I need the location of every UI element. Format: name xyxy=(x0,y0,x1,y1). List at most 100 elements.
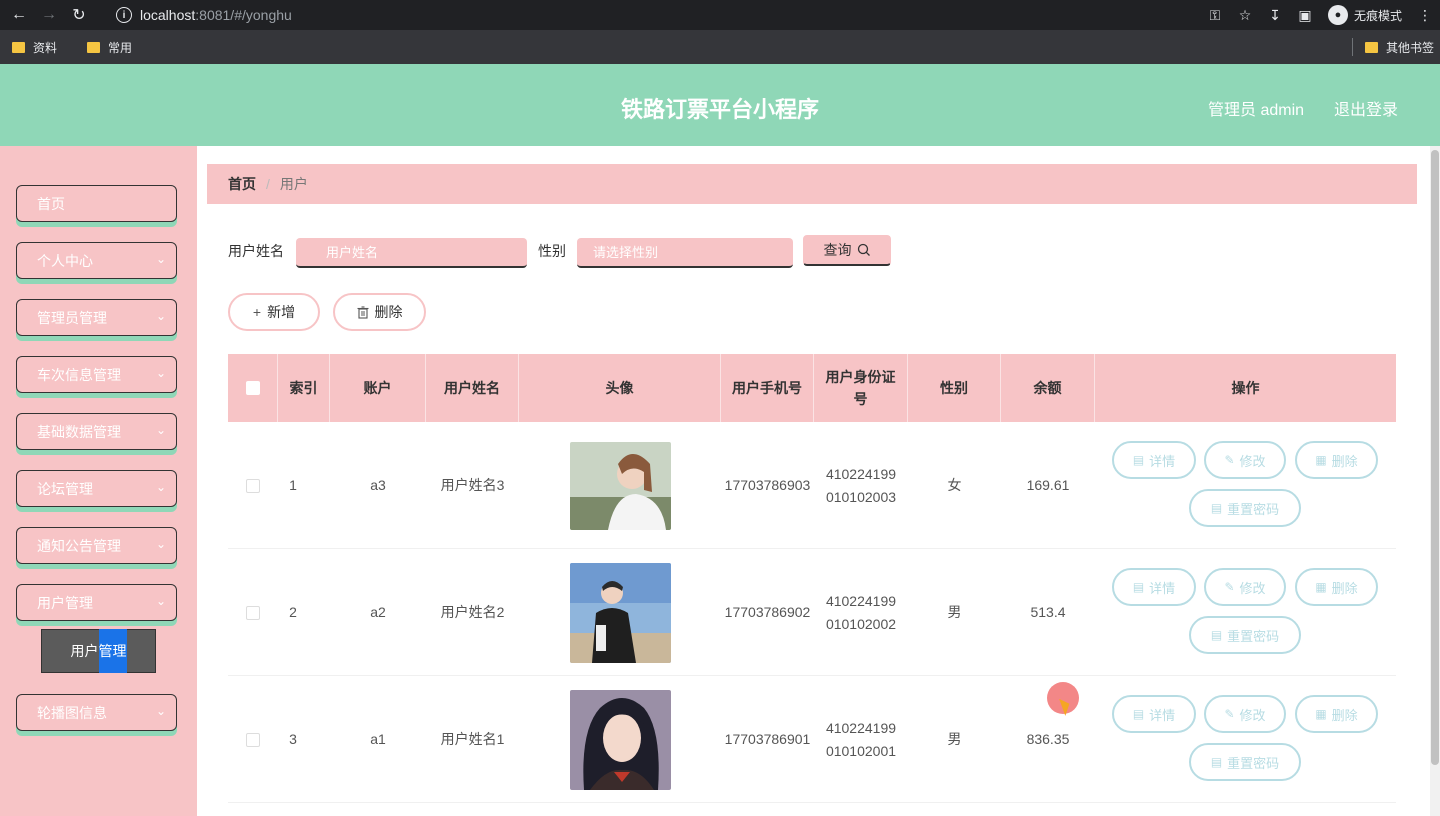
star-icon[interactable]: ☆ xyxy=(1230,0,1260,30)
name-filter-input[interactable] xyxy=(296,238,527,268)
submenu-label: 用户 xyxy=(70,643,99,659)
sidebar-item-label: 论坛管理 xyxy=(37,480,93,497)
sidebar-item-label: 管理员管理 xyxy=(37,309,107,326)
cell-account: a3 xyxy=(370,477,386,493)
scrollbar-thumb[interactable] xyxy=(1431,150,1439,765)
chevron-down-icon: ⌄ xyxy=(155,594,166,608)
document-icon: ▤ xyxy=(1132,707,1145,721)
delete-button[interactable]: ▦ 删除 xyxy=(1295,441,1378,479)
trash-icon: ▦ xyxy=(1315,707,1327,721)
submenu-user-management[interactable]: 用户 管理 xyxy=(41,629,156,673)
delete-button[interactable]: ▦ 删除 xyxy=(1295,568,1378,606)
sidebar-item-carousel[interactable]: 轮播图信息 ⌄ xyxy=(16,694,177,731)
trash-icon: ▦ xyxy=(1315,453,1327,467)
bulk-delete-button-label: 删除 xyxy=(374,304,403,320)
column-header-gender[interactable]: 性别 xyxy=(908,354,1001,422)
chevron-down-icon: ⌄ xyxy=(155,366,166,380)
detail-button-label: 详情 xyxy=(1149,707,1176,723)
logout-link[interactable]: 退出登录 xyxy=(1334,96,1398,120)
cell-index: 1 xyxy=(289,477,297,493)
row-checkbox[interactable] xyxy=(246,732,260,747)
select-all-checkbox[interactable] xyxy=(245,381,260,395)
sidebar-item-basedata[interactable]: 基础数据管理 ⌄ xyxy=(16,413,177,450)
document-icon: ▤ xyxy=(1132,453,1145,467)
plus-icon: + xyxy=(252,304,262,320)
cell-index: 3 xyxy=(289,731,297,747)
detail-button[interactable]: ▤ 详情 xyxy=(1112,568,1196,606)
edit-button-label: 修改 xyxy=(1239,707,1266,723)
search-icon xyxy=(857,243,870,256)
sidebar-item-profile[interactable]: 个人中心 ⌄ xyxy=(16,242,177,279)
bookmark-folder[interactable]: 常用 xyxy=(87,39,132,56)
sidebar-item-label: 轮播图信息 xyxy=(37,704,107,721)
bulk-delete-button[interactable]: 删除 xyxy=(333,293,426,331)
row-checkbox[interactable] xyxy=(246,478,260,493)
breadcrumb-current: 用户 xyxy=(279,176,308,192)
incognito-badge[interactable]: ● 无痕模式 xyxy=(1327,5,1402,25)
table-row: 1 a3 用户姓名3 17703786903 41022419901010200… xyxy=(228,422,1396,549)
url-host: localhost xyxy=(140,7,196,23)
reset-password-button-label: 重置密码 xyxy=(1227,501,1280,517)
download-icon[interactable]: ↧ xyxy=(1260,0,1290,30)
breadcrumb: 首页 / 用户 xyxy=(207,164,1417,204)
address-bar[interactable]: i localhost:8081/#/yonghu xyxy=(104,2,1232,28)
browser-toolbar: ← → ↻ i localhost:8081/#/yonghu ⚿ ☆ ↧ ▣ … xyxy=(0,0,1440,30)
bookmark-label: 常用 xyxy=(108,40,133,55)
chevron-down-icon: ⌄ xyxy=(155,480,166,494)
bookmark-folder[interactable]: 资料 xyxy=(12,39,57,56)
cell-phone: 17703786903 xyxy=(724,477,811,493)
reload-icon[interactable]: ↻ xyxy=(68,4,90,26)
column-header-balance[interactable]: 余额 xyxy=(1001,354,1095,422)
reset-password-button-label: 重置密码 xyxy=(1227,755,1280,771)
table-row: 2 a2 用户姓名2 17703786902 41022419901010200… xyxy=(228,549,1396,676)
add-button[interactable]: + 新增 xyxy=(228,293,320,331)
key-icon[interactable]: ⚿ xyxy=(1200,0,1230,30)
url-path: :8081/#/yonghu xyxy=(195,7,292,23)
column-header-phone[interactable]: 用户手机号 xyxy=(721,354,814,422)
edit-button[interactable]: ✎ 修改 xyxy=(1204,568,1286,606)
edit-button[interactable]: ✎ 修改 xyxy=(1204,441,1286,479)
column-header-avatar[interactable]: 头像 xyxy=(519,354,721,422)
menu-icon[interactable]: ⋮ xyxy=(1410,0,1440,30)
column-header-id-card[interactable]: 用户身份证号 xyxy=(814,354,908,422)
sidebar-item-trains[interactable]: 车次信息管理 ⌄ xyxy=(16,356,177,393)
table-row: 3 a1 用户姓名1 17703786901 41022419901010200… xyxy=(228,676,1396,803)
sidebar-item-users[interactable]: 用户管理 ⌄ xyxy=(16,584,177,621)
breadcrumb-home[interactable]: 首页 xyxy=(228,174,256,194)
sidebar-item-forum[interactable]: 论坛管理 ⌄ xyxy=(16,470,177,507)
reset-password-button[interactable]: ▤ 重置密码 xyxy=(1189,743,1301,781)
detail-button-label: 详情 xyxy=(1149,453,1176,469)
reset-password-button[interactable]: ▤ 重置密码 xyxy=(1189,489,1301,527)
detail-button[interactable]: ▤ 详情 xyxy=(1112,441,1196,479)
column-header-name[interactable]: 用户姓名 xyxy=(426,354,519,422)
reset-password-button[interactable]: ▤ 重置密码 xyxy=(1189,616,1301,654)
sidebar-item-admin[interactable]: 管理员管理 ⌄ xyxy=(16,299,177,336)
sidebar-item-label: 基础数据管理 xyxy=(37,423,121,440)
sidepanel-icon[interactable]: ▣ xyxy=(1290,0,1320,30)
row-checkbox[interactable] xyxy=(246,605,260,620)
cell-name: 用户姓名2 xyxy=(440,604,505,620)
sidebar-item-notice[interactable]: 通知公告管理 ⌄ xyxy=(16,527,177,564)
query-button[interactable]: 查询 xyxy=(803,235,891,266)
cell-avatar xyxy=(519,422,721,549)
breadcrumb-separator: / xyxy=(266,176,270,192)
cell-gender: 女 xyxy=(947,477,962,493)
back-icon[interactable]: ← xyxy=(8,4,30,26)
delete-button[interactable]: ▦ 删除 xyxy=(1295,695,1378,733)
column-header-index[interactable]: 索引 xyxy=(278,354,330,422)
column-header-account[interactable]: 账户 xyxy=(330,354,426,422)
pencil-icon: ✎ xyxy=(1224,453,1235,467)
forward-icon[interactable]: → xyxy=(38,4,60,26)
sidebar-item-home[interactable]: 首页 xyxy=(16,185,177,222)
cell-avatar xyxy=(519,676,721,803)
edit-button[interactable]: ✎ 修改 xyxy=(1204,695,1286,733)
incognito-label: 无痕模式 xyxy=(1353,8,1402,23)
gender-filter-select[interactable] xyxy=(577,238,793,268)
cell-account: a1 xyxy=(370,731,386,747)
other-bookmarks[interactable]: 其他书签 xyxy=(1364,39,1434,56)
chevron-down-icon: ⌄ xyxy=(155,309,166,323)
detail-button[interactable]: ▤ 详情 xyxy=(1112,695,1196,733)
delete-button-label: 删除 xyxy=(1331,580,1358,596)
site-info-icon[interactable]: i xyxy=(116,7,132,23)
gender-filter-label: 性别 xyxy=(538,243,566,259)
